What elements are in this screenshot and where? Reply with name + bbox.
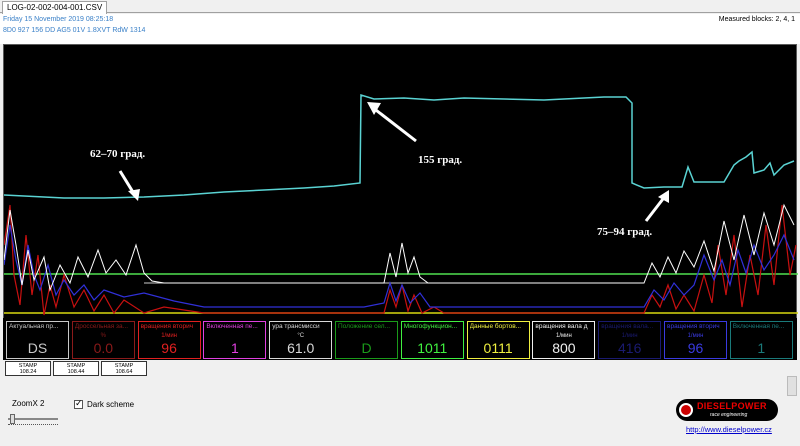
measurement-block[interactable]: Положение сел... D xyxy=(335,321,398,359)
measurement-block[interactable]: ура трансмисси °C 61.0 xyxy=(269,321,333,359)
block-unit: 1/мин xyxy=(687,333,704,339)
block-label: Положение сел... xyxy=(338,323,391,330)
measurement-block[interactable]: Данные бортов... 0111 xyxy=(466,321,530,359)
block-unit: 1/мин xyxy=(161,333,177,339)
block-value: D xyxy=(361,340,372,356)
block-label: Данные бортов... xyxy=(469,323,522,330)
block-value: 0111 xyxy=(483,340,513,356)
measurement-block[interactable]: Многофункцион... 1011 xyxy=(400,321,464,359)
logo-disk-icon xyxy=(679,403,693,417)
zoom-slider-track xyxy=(8,418,58,420)
block-label: вращения вала... xyxy=(601,323,654,330)
measurement-block[interactable]: Включенная пе... 1 xyxy=(203,321,267,359)
stamp-box: STAMP 108.44 xyxy=(53,361,99,376)
log-header: Friday 15 November 2019 08:25:18 8D0 927… xyxy=(0,14,800,44)
block-value: 416 xyxy=(618,340,642,356)
block-value: 1 xyxy=(757,340,766,356)
block-label: вращения вторич xyxy=(140,323,194,330)
block-value: 800 xyxy=(552,340,576,356)
tab-bar: LOG-02-002-004-001.CSV xyxy=(0,0,800,14)
block-value: 1011 xyxy=(417,340,448,356)
block-label: Актуальная пр... xyxy=(9,323,59,330)
arrow-2 xyxy=(371,105,417,143)
checkmark-icon: ✓ xyxy=(75,398,83,408)
block-value: 61.0 xyxy=(287,340,315,356)
ecu-info: 8D0 927 156 DD AG5 01V 1.8ХVТ RdW 1314 xyxy=(3,27,146,34)
block-value: DS xyxy=(27,340,48,356)
block-unit: °C xyxy=(297,333,305,339)
measurement-block[interactable]: вращения вала д 1/мин 800 xyxy=(532,321,596,359)
measurement-block[interactable]: вращения вала... 1/мин 416 xyxy=(598,321,662,359)
measurement-block[interactable]: Дроссельная за...% 0.0 xyxy=(71,321,135,359)
measurement-block[interactable]: вращения вторич 1/мин 96 xyxy=(664,321,727,359)
log-viewer-window: LOG-02-002-004-001.CSV Friday 15 Novembe… xyxy=(0,0,800,446)
block-unit: 1/мин xyxy=(621,333,638,339)
stamp-value: 108.64 xyxy=(115,369,133,375)
block-label: ура трансмисси xyxy=(272,323,320,330)
dark-scheme-option[interactable]: ✓ Dark scheme xyxy=(74,398,135,409)
measured-blocks: Measured blocks: 2, 4, 1 xyxy=(718,16,795,23)
block-label: Включенная пе... xyxy=(732,323,785,330)
zoom-slider[interactable] xyxy=(8,414,58,425)
block-value: 96 xyxy=(687,340,704,356)
block-label: вращения вторич xyxy=(667,323,720,330)
zoom-slider-ticks xyxy=(8,422,58,425)
tab-log-file[interactable]: LOG-02-002-004-001.CSV xyxy=(2,1,108,14)
annotation-75-94: 75–94 град. xyxy=(597,226,653,238)
stamp-value: 108.44 xyxy=(67,369,85,375)
scrollbar[interactable] xyxy=(787,376,797,396)
block-label: Многофункцион... xyxy=(403,323,458,330)
log-date: Friday 15 November 2019 08:25:18 xyxy=(3,16,114,23)
dieselpower-logo: DIESELPOWER race engineering xyxy=(676,399,778,421)
block-unit: 1/мин xyxy=(555,333,572,339)
dark-scheme-label: Dark scheme xyxy=(87,400,135,409)
block-unit: % xyxy=(100,333,106,339)
measurement-block[interactable]: Актуальная пр... DS xyxy=(6,321,69,359)
signal-chart[interactable] xyxy=(3,44,798,330)
annotation-62-70: 62–70 град. xyxy=(90,148,146,160)
arrowhead-1 xyxy=(128,189,140,201)
measurement-block[interactable]: Включенная пе... 1 xyxy=(729,321,793,359)
block-label: Дроссельная за... xyxy=(74,323,129,330)
stamp-box: STAMP 108.24 xyxy=(5,361,51,376)
annotation-arrows xyxy=(118,102,669,222)
block-label: Включенная пе... xyxy=(206,323,258,330)
dark-scheme-checkbox[interactable]: ✓ xyxy=(74,398,83,409)
block-label: вращения вала д xyxy=(535,323,588,330)
stamp-value: 108.24 xyxy=(19,369,37,375)
block-value: 1 xyxy=(230,340,239,356)
annotation-155: 155 град. xyxy=(418,154,463,166)
measurement-block[interactable]: вращения вторич 1/мин 96 xyxy=(137,321,201,359)
measurement-blocks: Актуальная пр... DS Дроссельная за...% 0.0 в… xyxy=(3,318,797,360)
zoom-label: ZoomX 2 xyxy=(12,399,45,408)
website-link[interactable]: http://www.dieselpower.cz xyxy=(686,425,772,434)
stamp-box: STAMP 108.64 xyxy=(101,361,147,376)
block-value: 0.0 xyxy=(93,340,114,356)
logo-name: DIESELPOWER xyxy=(697,401,767,411)
logo-subtitle: race engineering xyxy=(710,412,748,418)
block-value: 96 xyxy=(161,340,177,356)
